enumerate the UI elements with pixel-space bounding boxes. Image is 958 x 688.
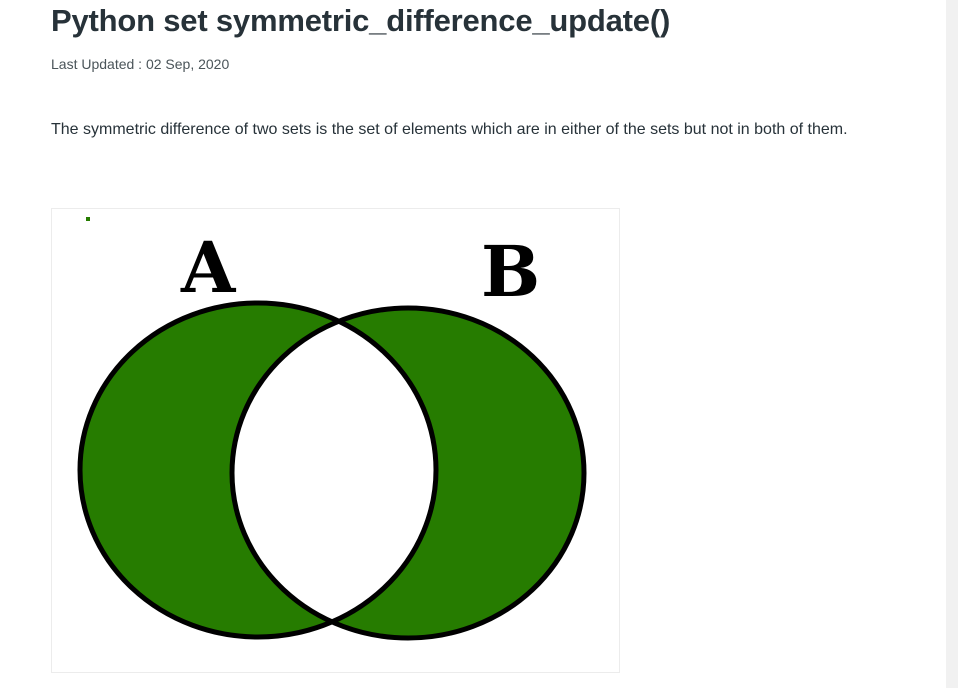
last-updated-text: Last Updated : 02 Sep, 2020: [51, 56, 230, 72]
venn-diagram-figure: A B: [51, 208, 620, 673]
set-a-label: A: [180, 226, 237, 309]
venn-diagram: A B: [77, 217, 587, 641]
small-dot-artifact: [86, 217, 90, 221]
scrollbar-track[interactable]: [946, 0, 958, 688]
set-b-label: B: [481, 230, 540, 313]
page-title: Python set symmetric_difference_update(): [51, 3, 671, 38]
article-paragraph: The symmetric difference of two sets is …: [51, 121, 848, 138]
